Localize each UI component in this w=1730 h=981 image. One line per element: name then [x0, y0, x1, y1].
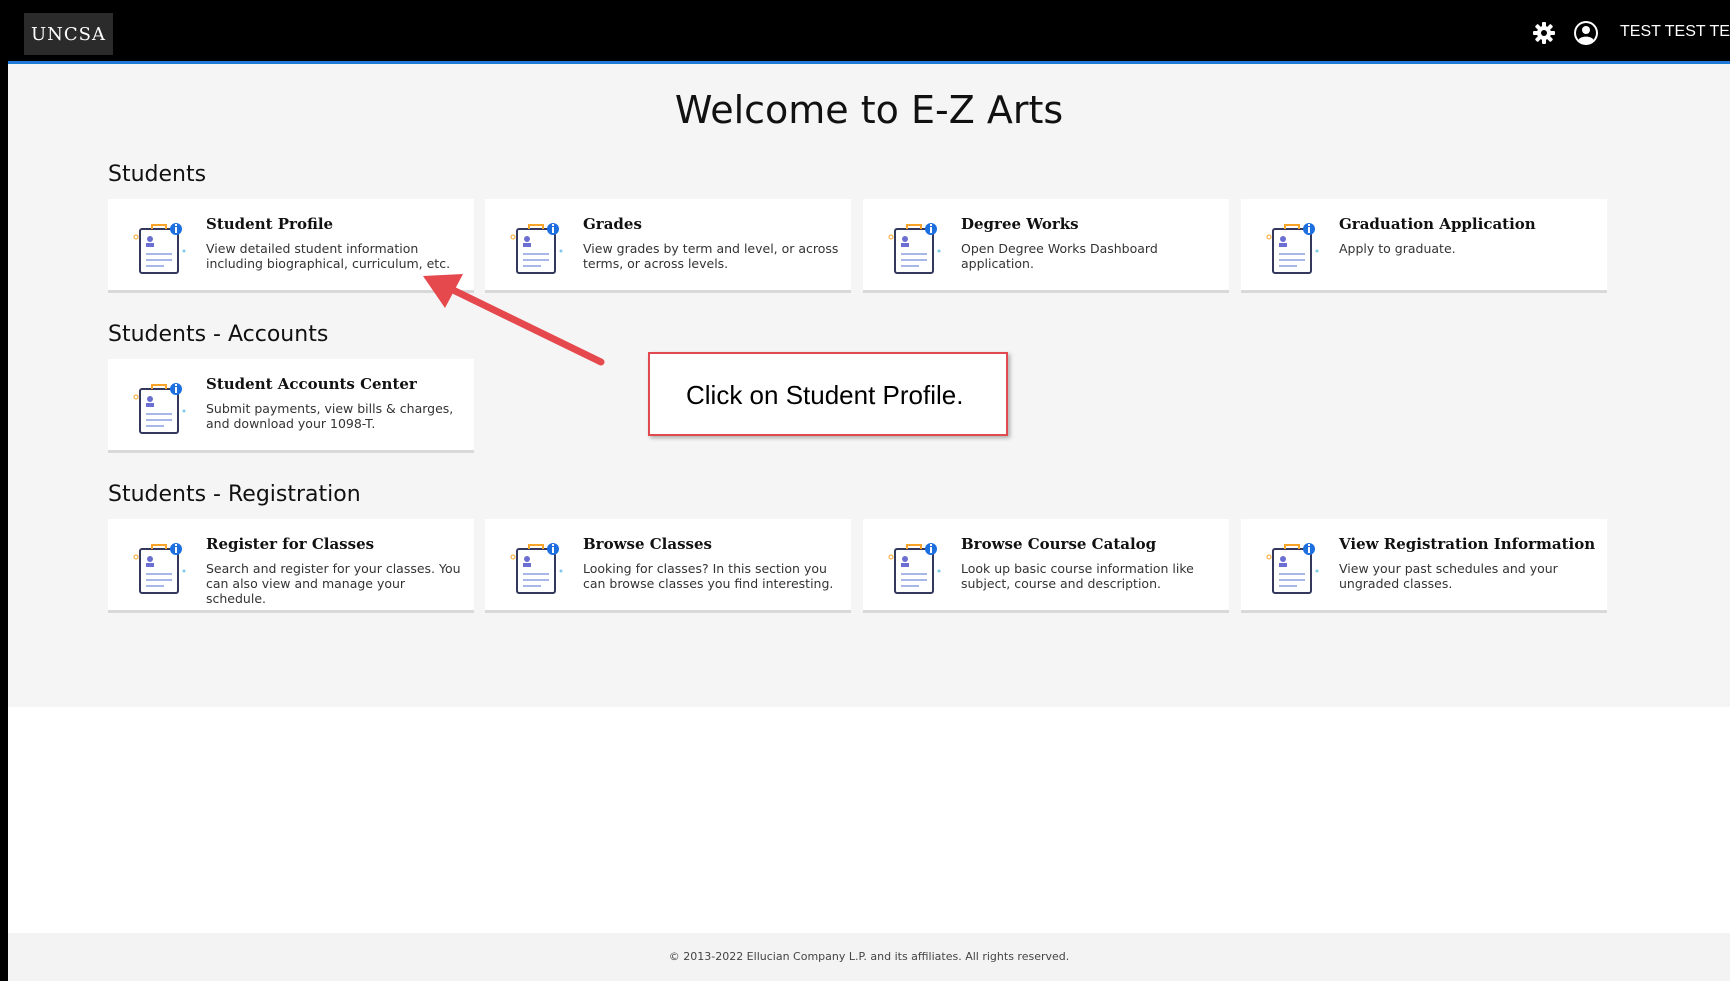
card-description: View grades by term and level, or across… [583, 241, 839, 271]
card-title: Browse Classes [583, 535, 712, 553]
card-title: Graduation Application [1339, 215, 1536, 233]
card-title: Student Accounts Center [206, 375, 417, 393]
card-browse-classes[interactable]: Browse Classes Looking for classes? In t… [485, 519, 851, 613]
user-circle-icon[interactable] [1573, 20, 1599, 46]
card-register-for-classes[interactable]: Register for Classes Search and register… [108, 519, 474, 613]
card-description: Open Degree Works Dashboard application. [961, 241, 1158, 271]
document-info-icon [510, 223, 563, 274]
card-browse-course-catalog[interactable]: Browse Course Catalog Look up basic cour… [863, 519, 1229, 613]
gear-icon[interactable] [1532, 21, 1556, 45]
card-description: Submit payments, view bills & charges, a… [206, 401, 454, 431]
page-title: Welcome to E-Z Arts [674, 88, 1064, 132]
document-info-icon [888, 223, 941, 274]
card-view-registration-information[interactable]: View Registration Information View your … [1241, 519, 1607, 613]
card-description: Apply to graduate. [1339, 241, 1456, 256]
document-info-icon [133, 383, 186, 434]
document-info-icon [133, 223, 186, 274]
document-info-icon [510, 543, 563, 594]
page-footer: © 2013-2022 Ellucian Company L.P. and it… [8, 933, 1730, 981]
instruction-callout: Click on Student Profile. [648, 352, 1008, 436]
uncsa-logo[interactable]: UNCSA [24, 13, 113, 55]
card-description: View your past schedules and your ungrad… [1339, 561, 1558, 591]
card-description: Search and register for your classes. Yo… [206, 561, 461, 606]
user-name-menu[interactable]: TEST TEST TEST [1620, 23, 1730, 41]
card-degree-works[interactable]: Degree Works Open Degree Works Dashboard… [863, 199, 1229, 293]
card-title: Register for Classes [206, 535, 375, 553]
card-title: View Registration Information [1339, 535, 1596, 553]
document-info-icon [888, 543, 941, 594]
section-title-students-registration: Students - Registration [108, 482, 361, 507]
document-info-icon [1266, 543, 1319, 594]
card-title: Degree Works [961, 215, 1079, 233]
section-title-students: Students [108, 162, 207, 187]
document-info-icon [1266, 223, 1319, 274]
callout-text: Click on Student Profile. [686, 380, 964, 410]
card-description: Looking for classes? In this section you… [583, 561, 834, 591]
copyright-text: © 2013-2022 Ellucian Company L.P. and it… [668, 950, 1070, 963]
document-info-icon [133, 543, 186, 594]
section-title-students-accounts: Students - Accounts [108, 322, 329, 347]
card-graduation-application[interactable]: Graduation Application Apply to graduate… [1241, 199, 1607, 293]
card-title: Grades [583, 215, 642, 233]
card-title: Student Profile [206, 215, 334, 233]
card-description: View detailed student information includ… [206, 241, 451, 271]
annotation-arrow [423, 274, 605, 366]
top-navigation-bar: UNCSA TEST TEST TEST [8, 3, 1730, 64]
card-description: Look up basic course information like su… [961, 561, 1194, 591]
card-title: Browse Course Catalog [961, 535, 1157, 553]
